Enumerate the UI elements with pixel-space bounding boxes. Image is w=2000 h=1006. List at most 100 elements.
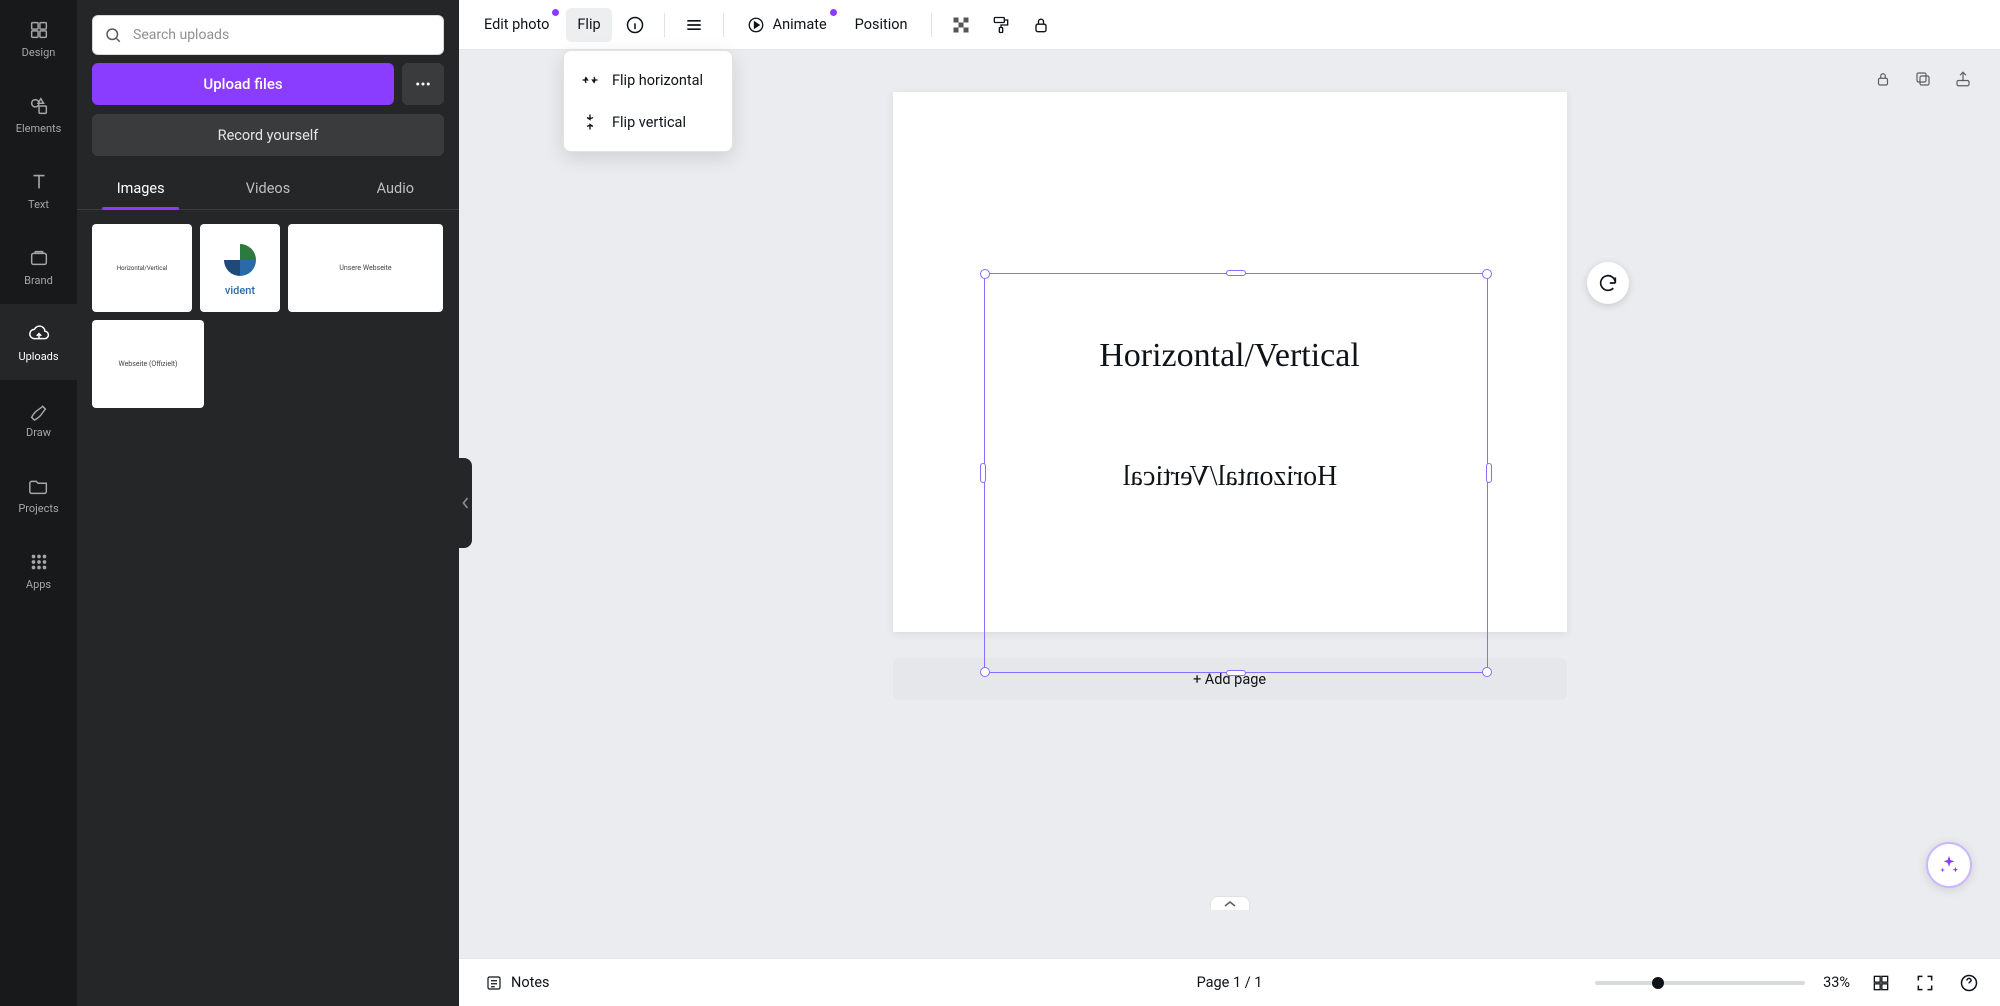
left-rail: Design Elements Text Brand Uploads Draw	[0, 0, 77, 1006]
transparency-button[interactable]	[944, 8, 978, 42]
notes-icon	[485, 974, 503, 992]
projects-icon	[27, 474, 51, 498]
fullscreen-button[interactable]	[1912, 970, 1938, 996]
draw-icon	[27, 398, 51, 422]
rail-label: Apps	[26, 578, 51, 591]
more-icon	[414, 75, 432, 93]
rail-draw[interactable]: Draw	[0, 380, 77, 456]
resize-handle-tr[interactable]	[1482, 269, 1492, 279]
search-input[interactable]	[92, 15, 444, 55]
rail-apps[interactable]: Apps	[0, 532, 77, 608]
brand-icon	[27, 246, 51, 270]
text-icon	[27, 170, 51, 194]
separator	[931, 13, 932, 37]
flip-horizontal-item[interactable]: Flip horizontal	[564, 59, 732, 101]
tab-images[interactable]: Images	[77, 170, 204, 209]
duplicate-page-button[interactable]	[1908, 64, 1938, 94]
resize-handle-tm[interactable]	[1226, 270, 1246, 276]
logo-icon	[220, 240, 260, 280]
zoom-slider[interactable]	[1595, 981, 1805, 985]
transparency-icon	[951, 15, 971, 35]
animate-button[interactable]: Animate	[736, 8, 838, 42]
flip-horizontal-label: Flip horizontal	[612, 72, 703, 89]
notes-label: Notes	[511, 974, 550, 991]
lock-icon	[1874, 70, 1892, 88]
lock-button[interactable]	[1024, 8, 1058, 42]
resize-handle-bl[interactable]	[980, 667, 990, 677]
help-button[interactable]	[1956, 970, 1982, 996]
resize-handle-br[interactable]	[1482, 667, 1492, 677]
animate-icon	[747, 16, 765, 34]
info-button[interactable]	[618, 8, 652, 42]
paint-roller-icon	[991, 15, 1011, 35]
flip-vertical-label: Flip vertical	[612, 114, 686, 131]
separator	[664, 13, 665, 37]
page-actions	[1868, 64, 1978, 94]
rail-label: Projects	[18, 502, 58, 515]
tab-videos[interactable]: Videos	[204, 170, 331, 209]
grid-icon	[1871, 973, 1891, 993]
thumb-caption: Horizontal/Vertical	[117, 265, 167, 272]
search-icon	[104, 26, 122, 44]
uploads-grid: Horizontal/Vertical vident Unsere Websei…	[77, 210, 459, 422]
resize-handle-mr[interactable]	[1486, 463, 1492, 483]
separator	[723, 13, 724, 37]
uploads-tabs: Images Videos Audio	[77, 170, 459, 210]
selection-box[interactable]	[984, 273, 1488, 673]
editor-main: Edit photo Flip Animate Position Fl	[459, 0, 2000, 1006]
rail-brand[interactable]: Brand	[0, 228, 77, 304]
flip-vertical-item[interactable]: Flip vertical	[564, 101, 732, 143]
upload-more-button[interactable]	[402, 63, 444, 105]
rail-elements[interactable]: Elements	[0, 76, 77, 152]
context-toolbar: Edit photo Flip Animate Position	[459, 0, 2000, 50]
flip-vertical-icon	[580, 112, 600, 132]
thumb-caption: Webseite (Offizielt)	[118, 360, 177, 368]
tab-audio[interactable]: Audio	[332, 170, 459, 209]
rail-projects[interactable]: Projects	[0, 456, 77, 532]
upload-thumb[interactable]: Unsere Webseite	[288, 224, 443, 312]
chevron-up-icon	[1223, 900, 1237, 908]
canvas-area[interactable]: Horizontal/Vertical Horizontal/Vertical	[459, 50, 2000, 958]
position-button[interactable]: Position	[844, 8, 919, 42]
uploads-panel: Upload files Record yourself Images Vide…	[77, 0, 459, 1006]
rail-uploads[interactable]: Uploads	[0, 304, 77, 380]
share-page-button[interactable]	[1948, 64, 1978, 94]
ai-assistant-fab[interactable]	[1926, 842, 1972, 888]
upload-thumb[interactable]: Webseite (Offizielt)	[92, 320, 204, 408]
flip-horizontal-icon	[580, 70, 600, 90]
rotate-fab[interactable]	[1587, 262, 1629, 304]
resize-handle-tl[interactable]	[980, 269, 990, 279]
upload-files-button[interactable]: Upload files	[92, 63, 394, 105]
lock-page-button[interactable]	[1868, 64, 1898, 94]
thumb-caption: Unsere Webseite	[339, 264, 391, 272]
zoom-percentage[interactable]: 33%	[1823, 974, 1850, 991]
uploads-icon	[27, 322, 51, 346]
edit-photo-button[interactable]: Edit photo	[473, 8, 560, 42]
grid-view-button[interactable]	[1868, 970, 1894, 996]
resize-handle-ml[interactable]	[980, 463, 986, 483]
help-icon	[1959, 973, 1979, 993]
rotate-icon	[1597, 272, 1619, 294]
rail-text[interactable]: Text	[0, 152, 77, 228]
record-yourself-button[interactable]: Record yourself	[92, 114, 444, 156]
lock-icon	[1031, 15, 1051, 35]
copy-style-button[interactable]	[984, 8, 1018, 42]
upload-thumb[interactable]: vident	[200, 224, 280, 312]
sparkle-icon	[1938, 854, 1960, 876]
design-icon	[27, 18, 51, 42]
resize-handle-bm[interactable]	[1226, 670, 1246, 676]
share-icon	[1954, 70, 1972, 88]
flip-dropdown: Flip horizontal Flip vertical	[563, 50, 733, 152]
rail-design[interactable]: Design	[0, 0, 77, 76]
expand-pages-handle[interactable]	[1210, 896, 1250, 910]
upload-thumb[interactable]: Horizontal/Vertical	[92, 224, 192, 312]
canvas-page[interactable]: Horizontal/Vertical Horizontal/Vertical	[893, 92, 1567, 632]
rail-label: Text	[28, 198, 49, 211]
notes-button[interactable]: Notes	[477, 968, 558, 998]
apps-icon	[27, 550, 51, 574]
page-wrap: Horizontal/Vertical Horizontal/Vertical	[893, 92, 1567, 700]
align-button[interactable]	[677, 8, 711, 42]
animate-label: Animate	[773, 16, 827, 33]
flip-button[interactable]: Flip	[566, 8, 611, 42]
rail-label: Draw	[26, 426, 51, 439]
